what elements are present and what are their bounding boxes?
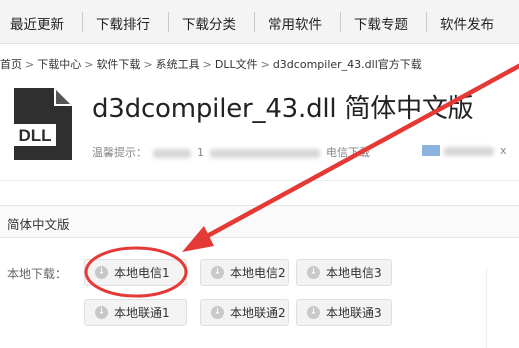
download-icon: ↓	[211, 266, 224, 279]
annotation-overlay	[84, 63, 519, 298]
breadcrumb-system-tools[interactable]: 系统工具	[156, 58, 200, 71]
breadcrumb-home[interactable]: 首页	[0, 58, 22, 71]
breadcrumb-dll[interactable]: DLL文件	[215, 58, 258, 71]
download-icon: ↓	[95, 306, 108, 319]
download-telecom-3-button[interactable]: ↓ 本地电信3	[296, 259, 392, 286]
download-unicom-2-button[interactable]: ↓ 本地联通2	[200, 299, 289, 326]
page-title: d3dcompiler_43.dll 简体中文版	[92, 94, 474, 124]
nav-divider	[168, 12, 169, 32]
download-icon: ↓	[307, 266, 320, 279]
download-icon: ↓	[95, 266, 108, 279]
download-telecom-2-button[interactable]: ↓ 本地电信2	[200, 259, 289, 286]
notice-mid: 1	[197, 146, 204, 159]
email-visible-char: x	[500, 144, 507, 157]
dll-file-icon: DLL	[14, 88, 72, 160]
nav-divider	[340, 12, 341, 32]
mail-icon	[422, 145, 440, 156]
notice-text: 温馨提示： 1 电信下载	[92, 144, 370, 160]
download-telecom-1-button[interactable]: ↓ 本地电信1	[84, 259, 187, 286]
local-download-label: 本地下载：	[7, 267, 68, 281]
version-label: 简体中文版	[7, 217, 70, 232]
breadcrumb-software[interactable]: 软件下载	[96, 58, 140, 71]
nav-divider	[254, 12, 255, 32]
notice-suffix: 电信下载	[326, 146, 370, 159]
divider	[0, 180, 519, 181]
nav-item-topics[interactable]: 下载专题	[354, 13, 408, 33]
breadcrumb: 首页 > 下载中心 > 软件下载 > 系统工具 > DLL文件 > d3dcompiler_43.d…	[0, 58, 422, 71]
dll-icon-label: DLL	[18, 126, 51, 145]
top-navigation: 最近更新 下载排行 下载分类 常用软件 下载专题 软件发布	[0, 0, 519, 44]
nav-item-latest[interactable]: 最近更新	[10, 13, 64, 33]
download-icon: ↓	[211, 306, 224, 319]
nav-item-publish[interactable]: 软件发布	[440, 13, 494, 33]
email-text: x	[444, 144, 507, 157]
download-icon: ↓	[307, 306, 320, 319]
version-header: 简体中文版	[0, 205, 519, 238]
download-unicom-3-button[interactable]: ↓ 本地联通3	[296, 299, 392, 326]
download-unicom-1-button[interactable]: ↓ 本地联通1	[84, 299, 187, 326]
breadcrumb-current: d3dcompiler_43.dll官方下载	[272, 58, 422, 71]
side-panel-edge	[486, 268, 519, 348]
breadcrumb-download-center[interactable]: 下载中心	[37, 58, 81, 71]
nav-item-ranking[interactable]: 下载排行	[96, 13, 150, 33]
nav-divider	[426, 12, 427, 32]
nav-divider	[82, 12, 83, 32]
nav-item-category[interactable]: 下载分类	[182, 13, 236, 33]
notice-prefix: 温馨提示：	[92, 146, 147, 159]
nav-item-common[interactable]: 常用软件	[268, 13, 322, 33]
